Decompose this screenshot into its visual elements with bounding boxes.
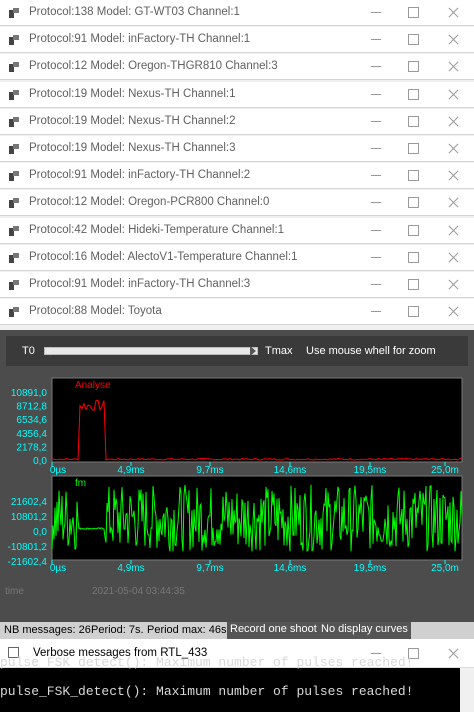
record-one-shoot-button[interactable]: Record one shoot: [227, 622, 320, 639]
y-tick-label: -10801,2: [8, 542, 48, 553]
verbose-line: pulse_FSK_detect(): Maximum number of pu…: [0, 655, 414, 670]
no-display-curves-button[interactable]: No display curves: [318, 622, 411, 639]
y-tick-label: 8712,8: [16, 402, 47, 413]
x-tick-label: 14,6ms: [274, 465, 307, 476]
y-tick-label: -21602,4: [8, 557, 48, 568]
scope-charts[interactable]: 10891,0 8712,8 6534,6 4356,4 2178,2 0,0 Analys…: [0, 0, 474, 622]
x-tick-label: 4,9ms: [117, 465, 144, 476]
x-tick-label: 25,0m: [431, 563, 459, 574]
y-tick-label: 10801,2: [11, 512, 48, 523]
close-icon[interactable]: [443, 644, 474, 670]
x-tick-label: 14,6ms: [274, 563, 307, 574]
y-tick-label: 6534,6: [16, 415, 47, 426]
verbose-scrollbar[interactable]: [460, 668, 474, 712]
x-tick-label: 19,5ms: [354, 465, 387, 476]
verbose-window: Verbose messages from RTL_433 pulse_FSK_…: [0, 639, 474, 712]
period: Period: 7s.: [91, 624, 144, 636]
x-tick-label: 4,9ms: [117, 563, 144, 574]
status-bar: NB messages: 26 Period: 7s. Period max: …: [0, 622, 474, 639]
chart-title-analyse: Analyse: [75, 380, 111, 391]
timestamp-label: 2021-05-04 03:44:35: [92, 586, 185, 597]
x-tick-label: 9,7ms: [196, 563, 223, 574]
y-tick-label: 0,0: [33, 456, 47, 467]
y-tick-label: 21602,4: [11, 497, 48, 508]
x-tick-label: 25,0m: [431, 465, 459, 476]
x-tick-label: 0µs: [50, 563, 66, 574]
period-max: Period max: 46s.: [147, 624, 230, 636]
y-tick-label: 2178,2: [16, 442, 47, 453]
time-label: time: [5, 586, 24, 597]
x-tick-label: 9,7ms: [196, 465, 223, 476]
y-tick-label: 4356,4: [16, 429, 47, 440]
nb-messages: NB messages: 26: [4, 624, 91, 636]
y-tick-label: 0,0: [33, 527, 47, 538]
y-tick-label: 10891,0: [11, 388, 48, 399]
x-tick-label: 19,5ms: [354, 563, 387, 574]
analyse-plot-area: [51, 377, 463, 463]
chart-title-fm: fm: [75, 478, 86, 489]
x-tick-label: 0µs: [50, 465, 66, 476]
verbose-line: pulse_FSK_detect(): Maximum number of pu…: [0, 684, 414, 699]
